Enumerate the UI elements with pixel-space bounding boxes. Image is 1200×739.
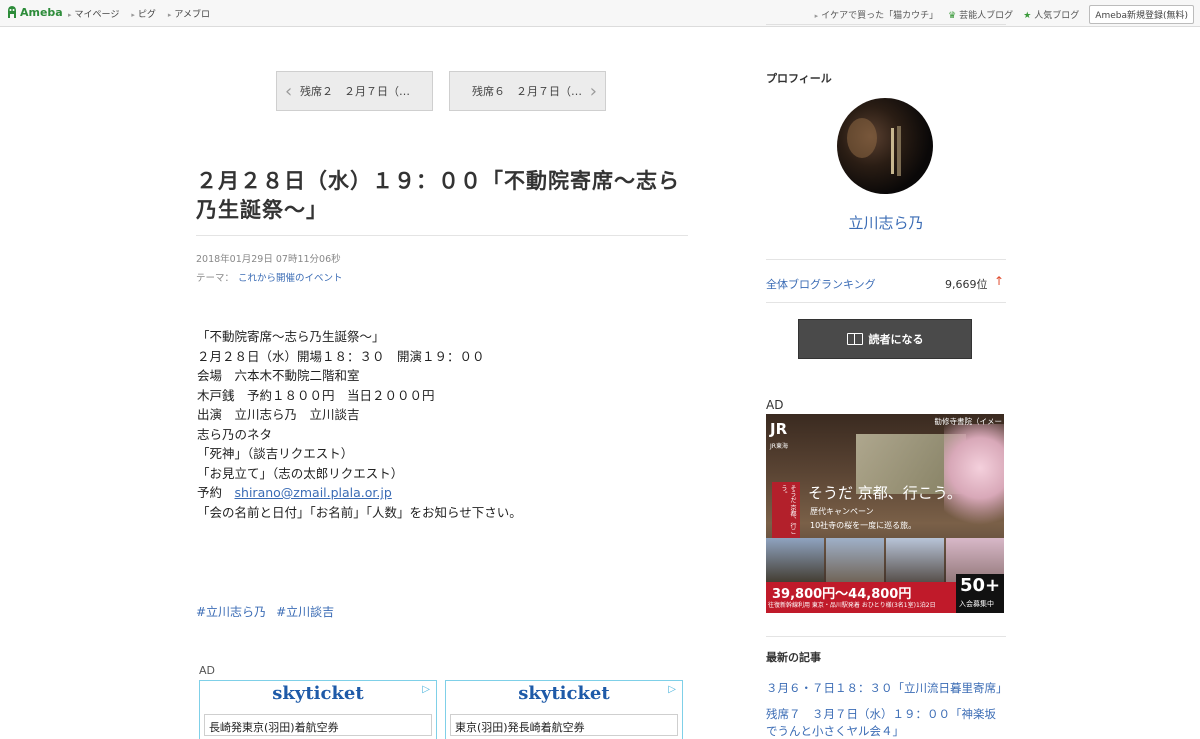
theme-link[interactable]: これから開催のイベント — [238, 273, 343, 284]
avatar-glow — [847, 118, 877, 158]
ad-label: AD — [766, 398, 784, 412]
celeb-blog-label: 芸能人ブログ — [959, 11, 1014, 21]
ad-campaign: 歴代キャンペーン — [810, 507, 874, 516]
ad-photo — [886, 538, 944, 588]
body-line: 木戸銭 予約１８００円 当日２０００円 — [197, 387, 435, 403]
logo-text: Ameba — [20, 5, 63, 19]
ad-red-box: そうだ 京都、行こう。 — [772, 482, 800, 540]
profile-name-link[interactable]: 立川志ら乃 — [766, 212, 1006, 233]
avatar-detail — [897, 126, 901, 176]
ad-route-text: 長崎発東京(羽田)着航空券 — [204, 714, 432, 736]
book-icon — [846, 333, 863, 345]
body-line: 「死神」（談吉リクエスト） — [197, 446, 354, 461]
article-title: ２月２８日（水）１９：００「不動院寄席〜志ら乃生誕祭〜」 — [196, 169, 680, 222]
avatar-detail — [891, 128, 894, 174]
latest-articles-list: ３月６・７日１８：３０「立川流日暮里寄席」 残席７ ３月７日（水）１９：００「神… — [766, 680, 1008, 739]
article-theme: テーマ： これから開催のイベント — [196, 270, 343, 284]
hashtag-link[interactable]: #立川談吉 — [276, 603, 334, 620]
body-line: 志ら乃のネタ — [197, 426, 273, 442]
nav-ameblo[interactable]: アメブロ — [168, 7, 210, 20]
popular-blog-link[interactable]: ★ 人気ブログ — [1023, 8, 1079, 21]
adchoices-icon[interactable]: ▷ — [668, 684, 676, 695]
header-right-links: イケアで買った「猫カウチ」 ♛芸能人ブログ ★人気ブログ Ameba新規登録(無… — [815, 5, 1194, 24]
body-line: 「お見立て」（志の太郎リクエスト） — [197, 465, 404, 481]
reserve-label: 予約 — [197, 485, 235, 500]
skyticket-ad[interactable]: skyticket ▷ 東京(羽田)発長崎着航空券 — [445, 680, 683, 739]
topic-link[interactable]: イケアで買った「猫カウチ」 — [815, 8, 938, 21]
popular-blog-label: 人気ブログ — [1034, 11, 1080, 21]
chevron-left-icon: ‹ — [285, 81, 293, 102]
chevron-right-icon: › — [589, 81, 597, 102]
sidebar-divider — [766, 636, 1006, 637]
sidebar-divider — [766, 259, 1006, 260]
article-date: 2018年01月29日 07時11分06秒 — [196, 254, 341, 265]
next-article-button[interactable]: 残席６ ２月７日（… › — [449, 71, 606, 111]
ameba-logo-icon — [8, 6, 16, 18]
reserve-line: 予約 shirano@zmail.plala.or.jp — [197, 483, 522, 503]
next-article-label: 残席６ ２月７日（… — [472, 85, 582, 98]
prev-article-label: 残席２ ２月７日（… — [300, 85, 410, 98]
nav-mypage[interactable]: マイページ — [68, 7, 120, 20]
sidebar-top-divider — [766, 24, 1006, 25]
ad-price-band: 39,800円〜44,800円 往復新幹線利用 東京・品川駅発着 おひとり様(3… — [766, 582, 956, 613]
ad-route-text: 東京(羽田)発長崎着航空券 — [450, 714, 678, 736]
ad-subtext: 10社寺の桜を一度に巡る旅。 — [810, 521, 917, 530]
badge-text: 入会募集中 — [959, 600, 994, 608]
ad-price-sub: 往復新幹線利用 東京・品川駅発着 おひとり様(3名1室)1泊2日 — [768, 602, 936, 609]
badge-number: 50+ — [960, 575, 1001, 596]
register-button[interactable]: Ameba新規登録(無料) — [1089, 5, 1194, 24]
body-line: ２月２８日（水）開場１８：３０ 開演１９：００ — [197, 348, 485, 364]
arrow-up-icon: ↑ — [994, 274, 1005, 288]
profile-avatar[interactable] — [837, 98, 933, 194]
ad-photo-sakura — [944, 424, 1004, 534]
ad-photo — [766, 538, 824, 588]
global-nav: マイページ ピグ アメブロ — [68, 7, 210, 20]
ad-photo — [826, 538, 884, 588]
notice-line: 「会の名前と日付」「お名前」「人数」をお知らせ下さい。 — [197, 504, 522, 520]
crown-icon: ♛ — [948, 11, 957, 21]
prev-article-button[interactable]: ‹ 残席２ ２月７日（… — [276, 71, 433, 111]
hashtag-list: #立川志ら乃 #立川談吉 — [196, 603, 334, 620]
skyticket-logo: skyticket — [518, 683, 610, 704]
latest-article-link[interactable]: 残席７ ３月７日（水）１９：００「神楽坂でうんと小さくヤル会４」 — [766, 706, 1006, 739]
ranking-value: 9,669位 — [945, 278, 988, 291]
celeb-blog-link[interactable]: ♛ 芸能人ブログ — [948, 8, 1013, 21]
reserve-email-link[interactable]: shirano@zmail.plala.or.jp — [235, 485, 392, 500]
article-body: 「不動院寄席〜志ら乃生誕祭〜」 ２月２８日（水）開場１８：３０ 開演１９：００ … — [197, 327, 522, 522]
profile-heading: プロフィール — [766, 72, 832, 85]
body-line: 「不動院寄席〜志ら乃生誕祭〜」 — [197, 329, 385, 344]
latest-articles-heading: 最新の記事 — [766, 651, 821, 664]
nav-pigg[interactable]: ピグ — [131, 7, 156, 20]
ranking-link[interactable]: 全体ブログランキング — [766, 276, 876, 292]
ad-photo-caption: 勧修寺書院（イメー — [934, 417, 1003, 426]
sidebar-divider — [766, 302, 1006, 303]
theme-label: テーマ： — [196, 273, 235, 284]
title-divider — [196, 235, 688, 236]
body-line: 会場 六本木不動院二階和室 — [197, 368, 360, 383]
skyticket-logo: skyticket — [272, 683, 364, 704]
jr-kyoto-ad[interactable]: JR JR東海 勧修寺書院（イメー そうだ 京都、行こう。 そうだ 京都、行こう… — [766, 414, 1004, 613]
jr-logo: JR — [770, 420, 788, 438]
ameba-logo[interactable]: Ameba — [6, 5, 63, 19]
skyticket-ad[interactable]: skyticket ▷ 長崎発東京(羽田)着航空券 — [199, 680, 437, 739]
star-icon: ★ — [1023, 11, 1032, 21]
hashtag-link[interactable]: #立川志ら乃 — [196, 603, 266, 620]
adchoices-icon[interactable]: ▷ — [422, 684, 430, 695]
follow-reader-label: 読者になる — [868, 333, 924, 346]
jr-logo-sub: JR東海 — [770, 443, 788, 450]
body-line: 出演 立川志ら乃 立川談吉 — [197, 407, 360, 422]
ad-label: AD — [199, 664, 215, 677]
ad-fifty-plus-badge: 50+ 入会募集中 — [956, 574, 1004, 613]
global-header: Ameba マイページ ピグ アメブロ イケアで買った「猫カウチ」 ♛芸能人ブロ… — [0, 0, 1200, 27]
latest-article-link[interactable]: ３月６・７日１８：３０「立川流日暮里寄席」 — [766, 680, 1008, 697]
ad-catchphrase: そうだ 京都、行こう。 — [808, 484, 962, 502]
follow-reader-button[interactable]: 読者になる — [798, 319, 972, 359]
